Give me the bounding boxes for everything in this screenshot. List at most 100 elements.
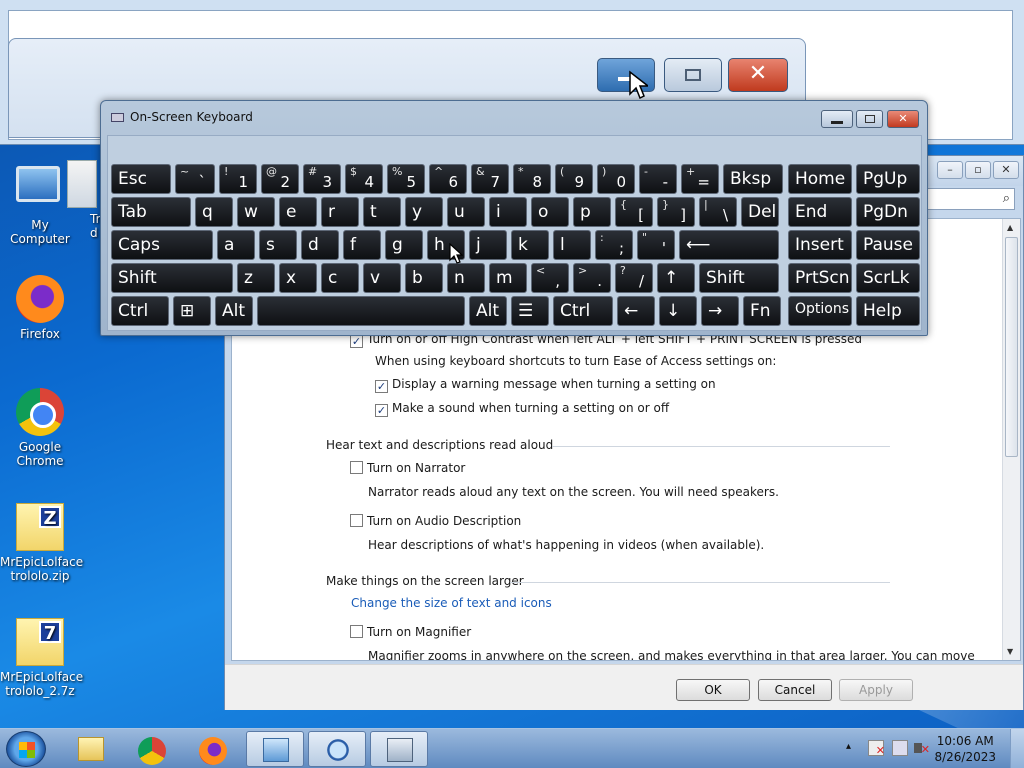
key-help[interactable]: Help [856, 296, 920, 326]
key-l[interactable]: l [553, 230, 591, 260]
key-x[interactable]: x [279, 263, 317, 293]
warning-option[interactable]: ✓ Display a warning message when turning … [375, 377, 716, 393]
key-symbol[interactable]: ⊞ [173, 296, 211, 326]
taskbar-firefox[interactable] [183, 731, 241, 767]
osk-minimize-button[interactable] [821, 110, 853, 128]
narrator-option[interactable]: Turn on Narrator [350, 461, 465, 475]
key-k[interactable]: k [511, 230, 549, 260]
ok-button[interactable]: OK [676, 679, 750, 701]
show-desktop-button[interactable] [1010, 729, 1024, 768]
scroll-thumb[interactable] [1005, 237, 1018, 457]
sound-checkbox[interactable]: ✓ [375, 404, 388, 417]
key-shift[interactable]: Shift [699, 263, 779, 293]
key-9[interactable]: (9 [555, 164, 593, 194]
key-5[interactable]: % 5 [387, 164, 425, 194]
zoomed-close-button[interactable]: ✕ [728, 58, 788, 92]
key-/[interactable]: ? / [615, 263, 653, 293]
key-j[interactable]: j [469, 230, 507, 260]
key-caps-lock[interactable]: Caps [111, 230, 213, 260]
apply-button[interactable]: Apply [839, 679, 913, 701]
search-input[interactable]: ⌕ [925, 188, 1015, 210]
warning-checkbox[interactable]: ✓ [375, 380, 388, 393]
key-c[interactable]: c [321, 263, 359, 293]
taskbar-osk[interactable] [370, 731, 428, 767]
key-i[interactable]: i [489, 197, 527, 227]
key-w[interactable]: w [237, 197, 275, 227]
key-v[interactable]: v [363, 263, 401, 293]
taskbar-magnifier[interactable] [308, 731, 366, 767]
clock[interactable]: 10:06 AM 8/26/2023 [934, 733, 996, 765]
key-page-down[interactable]: PgDn [856, 197, 920, 227]
key-.[interactable]: >. [573, 263, 611, 293]
key-options[interactable]: Options [788, 296, 852, 326]
key-symbol[interactable]: ← [617, 296, 655, 326]
key-'[interactable]: " ' [637, 230, 675, 260]
scroll-up-icon[interactable]: ▲ [1007, 223, 1013, 232]
key-6[interactable]: ^ 6 [429, 164, 467, 194]
key-f[interactable]: f [343, 230, 381, 260]
scroll-down-icon[interactable]: ▼ [1007, 647, 1013, 656]
desktop-icon-7z[interactable]: 7 MrEpicLolface trololo_2.7z [0, 618, 83, 698]
volume-muted-icon[interactable]: ✕ [914, 740, 930, 756]
key-\[interactable]: | \ [699, 197, 737, 227]
osk-maximize-button[interactable] [856, 110, 883, 128]
key-m[interactable]: m [489, 263, 527, 293]
key-2[interactable]: @2 [261, 164, 299, 194]
key-4[interactable]: $4 [345, 164, 383, 194]
network-icon[interactable] [892, 740, 908, 756]
key-ctrl[interactable]: Ctrl [553, 296, 613, 326]
key-[[interactable]: {[ [615, 197, 653, 227]
key-symbol[interactable]: → [701, 296, 739, 326]
key-u[interactable]: u [447, 197, 485, 227]
key-y[interactable]: y [405, 197, 443, 227]
key-symbol[interactable]: ⟵ [679, 230, 779, 260]
close-button[interactable]: ✕ [993, 161, 1019, 179]
key-t[interactable]: t [363, 197, 401, 227]
key-page-up[interactable]: PgUp [856, 164, 920, 194]
key-tab[interactable]: Tab [111, 197, 191, 227]
minimize-button[interactable]: – [937, 161, 963, 179]
key--[interactable]: -- [639, 164, 677, 194]
taskbar-chrome[interactable] [122, 731, 180, 767]
key-g[interactable]: g [385, 230, 423, 260]
key-esc[interactable]: Esc [111, 164, 171, 194]
key-home[interactable]: Home [788, 164, 852, 194]
key-symbol[interactable]: ↓ [659, 296, 697, 326]
high-contrast-checkbox[interactable]: ✓ [350, 335, 363, 348]
key-end[interactable]: End [788, 197, 852, 227]
cancel-button[interactable]: Cancel [758, 679, 832, 701]
sound-option[interactable]: ✓ Make a sound when turning a setting on … [375, 401, 669, 417]
key-n[interactable]: n [447, 263, 485, 293]
key-r[interactable]: r [321, 197, 359, 227]
key-3[interactable]: #3 [303, 164, 341, 194]
key-][interactable]: }] [657, 197, 695, 227]
maximize-button[interactable]: ▫ [965, 161, 991, 179]
key-scroll-lock[interactable]: ScrLk [856, 263, 920, 293]
zoomed-maximize-button[interactable] [664, 58, 722, 92]
key-7[interactable]: & 7 [471, 164, 509, 194]
key-alt[interactable]: Alt [215, 296, 253, 326]
key-1[interactable]: ! 1 [219, 164, 257, 194]
key-shift[interactable]: Shift [111, 263, 233, 293]
key-symbol[interactable]: ↑ [657, 263, 695, 293]
narrator-checkbox[interactable] [350, 461, 363, 474]
key-fn[interactable]: Fn [743, 296, 781, 326]
key-o[interactable]: o [531, 197, 569, 227]
key-ctrl[interactable]: Ctrl [111, 296, 169, 326]
key-8[interactable]: * 8 [513, 164, 551, 194]
key-pause[interactable]: Pause [856, 230, 920, 260]
desktop-icon-firefox[interactable]: Firefox [0, 275, 80, 341]
audio-description-option[interactable]: Turn on Audio Description [350, 514, 521, 528]
key-a[interactable]: a [217, 230, 255, 260]
text-size-link[interactable]: Change the size of text and icons [351, 596, 552, 610]
key-=[interactable]: + = [681, 164, 719, 194]
start-button[interactable] [6, 731, 46, 767]
key-d[interactable]: d [301, 230, 339, 260]
key-0[interactable]: ) 0 [597, 164, 635, 194]
key-`[interactable]: ~ ` [175, 164, 215, 194]
key-alt[interactable]: Alt [469, 296, 507, 326]
key-delete[interactable]: Del [741, 197, 779, 227]
key-;[interactable]: :; [595, 230, 633, 260]
show-hidden-icons-button[interactable]: ▴ [846, 741, 851, 752]
key-print-screen[interactable]: PrtScn [788, 263, 852, 293]
